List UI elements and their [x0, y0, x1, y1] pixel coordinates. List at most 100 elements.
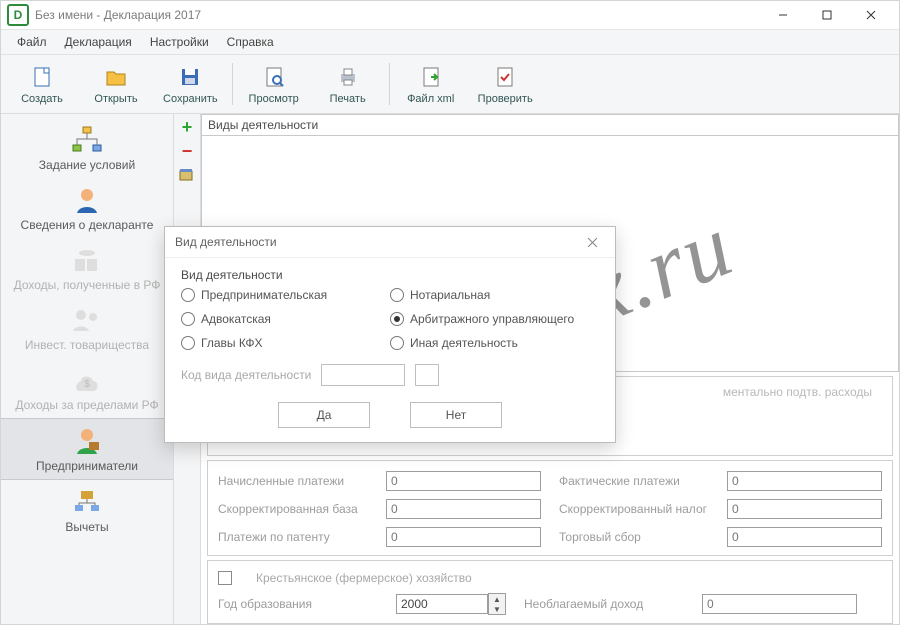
sidebar-item-deductions[interactable]: Вычеты — [1, 480, 173, 540]
patent-label: Платежи по патенту — [218, 530, 368, 544]
print-icon — [334, 63, 362, 91]
sidebar-item-label: Вычеты — [65, 520, 108, 534]
minimize-button[interactable] — [761, 1, 805, 29]
radio-dot-icon — [390, 336, 404, 350]
radio-label: Арбитражного управляющего — [410, 312, 574, 326]
window-title: Без имени - Декларация 2017 — [35, 8, 201, 22]
window-controls — [761, 1, 893, 29]
invest-icon — [67, 304, 107, 336]
radio-dot-icon — [181, 288, 195, 302]
corr-base-input[interactable] — [386, 499, 541, 519]
declarant-icon — [67, 184, 107, 216]
tool-xml-button[interactable]: Файл xml — [394, 59, 468, 109]
trade-fee-input[interactable] — [727, 527, 882, 547]
tool-label: Открыть — [94, 93, 137, 105]
save-icon — [176, 63, 204, 91]
tool-save-button[interactable]: Сохранить — [153, 59, 228, 109]
dialog-yes-button[interactable]: Да — [278, 402, 370, 428]
tool-view-button[interactable]: Просмотр — [237, 59, 311, 109]
sidebar-item-declarant[interactable]: Сведения о декларанте — [1, 178, 173, 238]
radio-lawyer[interactable]: Адвокатская — [181, 312, 390, 326]
tool-label: Просмотр — [249, 93, 299, 105]
year-input[interactable] — [396, 594, 488, 614]
trade-fee-label: Торговый сбор — [559, 530, 709, 544]
untaxed-label: Необлагаемый доход — [524, 597, 684, 611]
activity-code-input[interactable] — [321, 364, 405, 386]
accrued-input[interactable] — [386, 471, 541, 491]
income-rf-icon — [67, 244, 107, 276]
farm-group: Крестьянское (фермерское) хозяйство Год … — [207, 560, 893, 624]
radio-notary[interactable]: Нотариальная — [390, 288, 599, 302]
radio-dot-icon — [390, 288, 404, 302]
sidebar-item-income-abroad[interactable]: $ Доходы за пределами РФ — [1, 358, 173, 418]
radio-label: Предпринимательская — [201, 288, 327, 302]
radio-label: Главы КФХ — [201, 336, 263, 350]
close-button[interactable] — [849, 1, 893, 29]
deductions-icon — [67, 486, 107, 518]
view-icon — [260, 63, 288, 91]
tool-check-button[interactable]: Проверить — [468, 59, 543, 109]
dialog-title: Вид деятельности — [175, 235, 277, 249]
activities-list-header: Виды деятельности — [201, 114, 899, 136]
radio-dot-icon — [390, 312, 404, 326]
menu-файл[interactable]: Файл — [9, 33, 55, 51]
menu-настройки[interactable]: Настройки — [142, 33, 217, 51]
dialog-no-button[interactable]: Нет — [410, 402, 502, 428]
remove-icon[interactable]: − — [178, 142, 196, 160]
menu-справка[interactable]: Справка — [219, 33, 282, 51]
radio-arbitration[interactable]: Арбитражного управляющего — [390, 312, 599, 326]
expense-hint: ментально подтв. расходы — [723, 385, 872, 399]
radio-label: Адвокатская — [201, 312, 271, 326]
radio-dot-icon — [181, 312, 195, 326]
corr-tax-label: Скорректированный налог — [559, 502, 709, 516]
tool-create-button[interactable]: Создать — [5, 59, 79, 109]
menu-декларация[interactable]: Декларация — [57, 33, 140, 51]
payments-group: Начисленные платежи Фактические платежи … — [207, 460, 893, 556]
toolbar: Создать Открыть Сохранить Просмотр Печать Фай… — [1, 55, 899, 114]
sidebar-item-label: Предприниматели — [36, 459, 138, 473]
patent-input[interactable] — [386, 527, 541, 547]
tool-label: Проверить — [478, 93, 533, 105]
tool-label: Создать — [21, 93, 63, 105]
dialog-titlebar: Вид деятельности — [165, 227, 615, 258]
maximize-button[interactable] — [805, 1, 849, 29]
year-stepper[interactable]: ▲▼ — [488, 593, 506, 615]
sidebar-item-invest[interactable]: Инвест. товарищества — [1, 298, 173, 358]
title-bar: D Без имени - Декларация 2017 — [1, 1, 899, 30]
edit-icon[interactable] — [178, 166, 196, 184]
radio-label: Иная деятельность — [410, 336, 518, 350]
radio-other[interactable]: Иная деятельность — [390, 336, 599, 350]
conditions-icon — [67, 124, 107, 156]
svg-text:$: $ — [84, 379, 90, 390]
actual-input[interactable] — [727, 471, 882, 491]
sidebar-item-label: Доходы за пределами РФ — [15, 398, 158, 412]
untaxed-input[interactable] — [702, 594, 857, 614]
tool-label: Сохранить — [163, 93, 218, 105]
sidebar-item-label: Инвест. товарищества — [25, 338, 149, 352]
accrued-label: Начисленные платежи — [218, 474, 368, 488]
sidebar-item-label: Задание условий — [39, 158, 135, 172]
dialog-group-title: Вид деятельности — [181, 268, 599, 282]
menu-bar: ФайлДекларацияНастройкиСправка — [1, 30, 899, 55]
activity-code-lookup-button[interactable] — [415, 364, 439, 386]
income-abroad-icon: $ — [67, 364, 107, 396]
sidebar-item-income-rf[interactable]: Доходы, полученные в РФ — [1, 238, 173, 298]
sidebar-item-conditions[interactable]: Задание условий — [1, 118, 173, 178]
farm-checkbox[interactable] — [218, 571, 232, 585]
year-label: Год образования — [218, 597, 378, 611]
entrepreneur-icon — [67, 425, 107, 457]
radio-business[interactable]: Предпринимательская — [181, 288, 390, 302]
radio-kfh[interactable]: Главы КФХ — [181, 336, 390, 350]
sidebar-item-entrepreneur[interactable]: Предприниматели — [1, 418, 173, 480]
add-icon[interactable]: + — [178, 118, 196, 136]
tool-open-button[interactable]: Открыть — [79, 59, 153, 109]
tool-label: Файл xml — [407, 93, 454, 105]
corr-tax-input[interactable] — [727, 499, 882, 519]
sidebar: Задание условийСведения о декларантеДохо… — [1, 114, 174, 624]
xml-icon — [417, 63, 445, 91]
check-icon — [491, 63, 519, 91]
radio-label: Нотариальная — [410, 288, 490, 302]
tool-print-button[interactable]: Печать — [311, 59, 385, 109]
dialog-close-button[interactable] — [579, 229, 605, 255]
tool-label: Печать — [330, 93, 366, 105]
